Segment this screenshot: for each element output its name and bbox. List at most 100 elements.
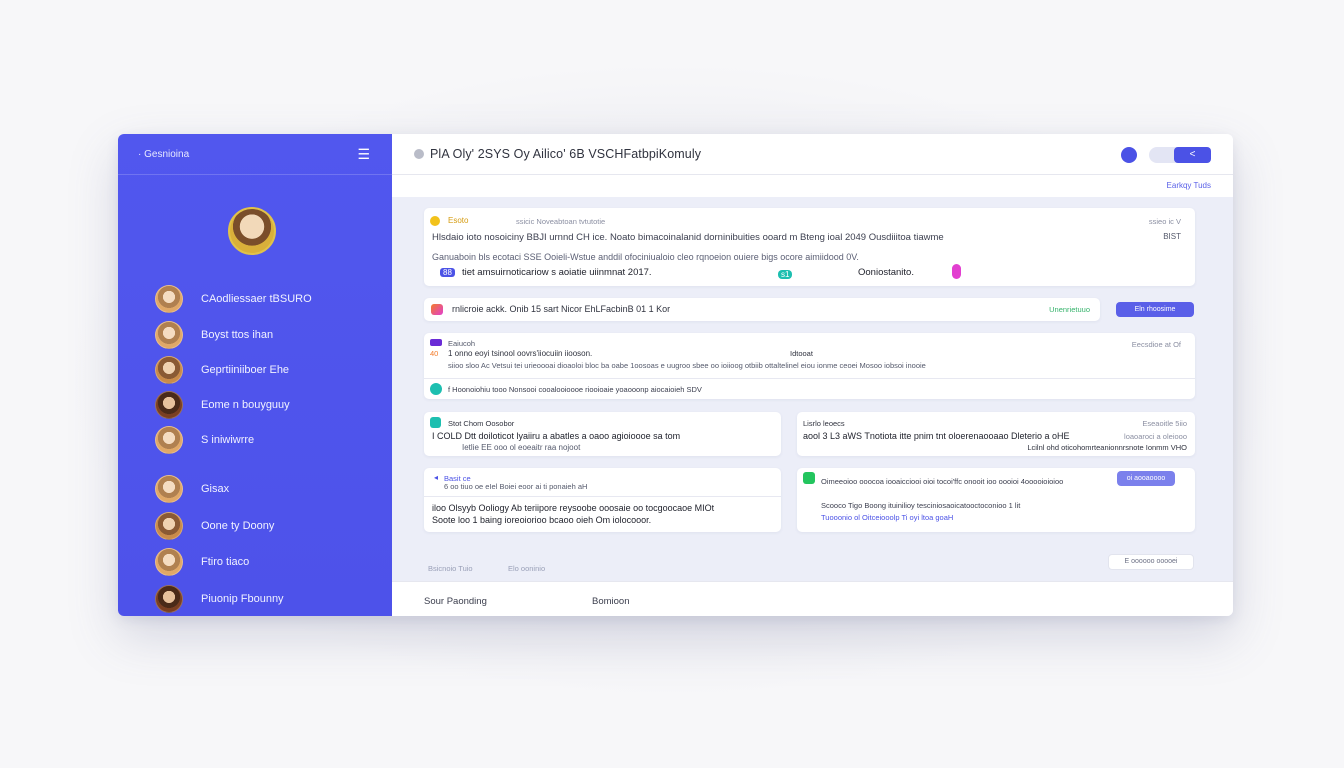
card-line: Ooniostanito. [858, 267, 914, 278]
doc-icon [430, 417, 441, 428]
avatar [155, 512, 183, 540]
contact-item[interactable]: Boyst ttos ihan [155, 321, 273, 349]
contact-name: CAodliessaer tBSURO [201, 293, 312, 305]
count-badge: 88 [440, 268, 455, 277]
card-subrow: f Hoonoiohiu tooo Nonsooi cooalooioooe r… [424, 378, 1195, 399]
card-tag: Idtooat [790, 349, 813, 358]
card-action-button[interactable]: oi aooaoooo [1117, 471, 1175, 486]
contact-item[interactable]: S iniwiwrre [155, 426, 254, 454]
contact-item[interactable]: Gisax [155, 475, 229, 503]
page-title: PlA Oly' 2SYS Oy Ailico' 6B VSCHFatbpiKo… [430, 147, 702, 161]
card-line-right: BIST [1163, 232, 1181, 241]
card-time: ssieo ic V [1148, 217, 1181, 226]
card-line: I COLD Dtt doiloticot lyaiiru a abatles … [432, 431, 681, 441]
avatar [155, 548, 183, 576]
contact-name: S iniwiwrre [201, 434, 255, 446]
banner-status: Unenrietuuo [1049, 305, 1090, 314]
contact-item[interactable]: Piuonip Fbounny [155, 585, 284, 613]
bottom-tag[interactable]: Bsicnoio Tuio [428, 564, 473, 573]
contact-name: Gisax [201, 483, 230, 495]
contact-item[interactable]: Eome n bouyguuy [155, 391, 290, 419]
sub-bar: Earkqy Tuds [392, 175, 1233, 197]
banner-text: rnlicroie ackk. Onib 15 sart Nicor EhLFa… [452, 304, 671, 314]
main-panel: PlA Oly' 2SYS Oy Ailico' 6B VSCHFatbpiKo… [392, 134, 1233, 616]
card-line: Tuooonio ol Oitceiooolp Ti oyi ltoa goaH [821, 513, 954, 522]
alert-icon [431, 304, 443, 315]
user-icon[interactable] [1121, 147, 1137, 163]
topbar-controls: < [1121, 147, 1211, 163]
card-line: Lcilnl ohd oticohomrteanionnrsnote Ionmm… [1027, 443, 1187, 452]
message-card[interactable]: Lisrlo leoecs Eseaoitle 5iio aool 3 L3 a… [797, 412, 1195, 456]
sidebar: · Gesnioina ☰ CAodliessaer tBSURO Boyst … [118, 134, 392, 616]
card-title: Oimeeoioo ooocoa iooaicciooi oioi tocoi'… [821, 477, 1064, 486]
card-meta: loaoaroci a oleiooo [1124, 432, 1187, 441]
avatar [155, 285, 183, 313]
contact-name: Eome n bouyguuy [201, 399, 290, 411]
card-line: Hlsdaio ioto nosoiciny BBJI urnnd CH ice… [432, 232, 944, 243]
message-card[interactable]: Esoto ssicic Noveabtoan tvtutotie ssieo … [424, 208, 1195, 286]
message-card[interactable]: Stot Chom Oosobor I COLD Dtt doiloticot … [424, 412, 781, 456]
line3-pin-icon [430, 383, 442, 395]
card-line: Ietlie EE ooo ol eoeaitr raa nojoot [462, 443, 581, 452]
flag-icon [430, 339, 442, 346]
pin-icon [952, 264, 961, 279]
footer-left-link[interactable]: Sour Paonding [424, 596, 487, 607]
filter-link[interactable]: Earkqy Tuds [1167, 181, 1211, 190]
notification-banner[interactable]: rnlicroie ackk. Onib 15 sart Nicor EhLFa… [424, 298, 1100, 321]
view-toggle[interactable]: < [1149, 147, 1211, 163]
footer-bar: Sour Paonding Bomioon [392, 581, 1233, 616]
app-window: · Gesnioina ☰ CAodliessaer tBSURO Boyst … [118, 134, 1233, 616]
bottom-tag[interactable]: Elo ooninio [508, 564, 545, 573]
avatar [155, 475, 183, 503]
teal-badge: s1 [778, 270, 793, 279]
yellow-dot-icon [430, 216, 440, 226]
contact-name: Oone ty Doony [201, 520, 275, 532]
sidebar-title: · Gesnioina [138, 148, 190, 160]
contact-name: Piuonip Fbounny [201, 593, 284, 605]
contact-name: Boyst ttos ihan [201, 329, 274, 341]
contact-name: Ftiro tiaco [201, 556, 250, 568]
card-line: Soote loo 1 baing ioreoiorioo bcaoo oieh… [432, 515, 652, 525]
avatar [155, 391, 183, 419]
contact-item[interactable]: CAodliessaer tBSURO [155, 285, 312, 313]
count-badge: 40 [430, 349, 439, 358]
card-title: Eaiucoh [448, 339, 476, 348]
card-line: 1 onno eoyi tsinool oovrs'iiocuiin iioos… [448, 349, 593, 358]
more-button[interactable]: E oooooo ooooei [1108, 554, 1194, 570]
card-line: tiet amsuirnoticariow s aoiatie uiinmnat… [462, 267, 652, 278]
menu-icon[interactable]: ☰ [357, 146, 370, 163]
contact-item[interactable]: Ftiro tiaco [155, 548, 249, 576]
message-card[interactable]: Eaiucoh Eecsdioe at Of 40 1 onno eoyi ts… [424, 333, 1195, 399]
card-time: Eecsdioe at Of [1131, 340, 1181, 349]
sidebar-header: · Gesnioina ☰ [118, 134, 392, 175]
card-line: f Hoonoiohiu tooo Nonsooi cooalooioooe r… [448, 385, 702, 394]
profile-avatar[interactable] [228, 207, 276, 255]
contact-item[interactable]: Oone ty Doony [155, 512, 274, 540]
avatar [155, 356, 183, 384]
banner-action-button[interactable]: Eln rhoosime [1116, 302, 1194, 317]
status-dot-icon [414, 149, 424, 159]
card-line: Ganuaboin bls ecotaci SSE Ooieli-Wstue a… [432, 252, 859, 262]
card-line: aool 3 L3 aWS Tnotiota itte pnim tnt olo… [803, 431, 1070, 441]
card-meta: ssicic Noveabtoan tvtutotie [516, 217, 606, 226]
check-icon [803, 472, 815, 484]
card-meta: 6 oo tiuo oe eIel Boiei eoor ai ti ponai… [444, 482, 588, 491]
card-line: siioo sloo Ac Vetsui tei urieoooai dioao… [448, 361, 926, 370]
contact-item[interactable]: Geprtiiniiboer Ehe [155, 356, 289, 384]
card-title: Lisrlo leoecs [803, 419, 845, 428]
avatar [155, 426, 183, 454]
contact-name: Geprtiiniiboer Ehe [201, 364, 290, 376]
arrow-left-icon: ◂ [434, 473, 439, 482]
back-icon[interactable]: < [1174, 147, 1211, 163]
card-line: iloo Olsyyb Ooliogy Ab teriipore reysoob… [432, 503, 715, 513]
avatar [155, 321, 183, 349]
card-meta: Eseaoitle 5iio [1142, 419, 1187, 428]
card-line: Scooco Tigo Boong ituinilioy tesciniosao… [821, 501, 1021, 510]
message-card[interactable]: ◂ Basit ce 6 oo tiuo oe eIel Boiei eoor … [424, 468, 781, 532]
card-tag: Esoto [448, 216, 469, 225]
card-title: Stot Chom Oosobor [448, 419, 515, 428]
card-divider [424, 496, 781, 497]
message-card[interactable]: Oimeeoioo ooocoa iooaicciooi oioi tocoi'… [797, 468, 1195, 532]
footer-middle-link[interactable]: Bomioon [592, 596, 630, 607]
top-bar: PlA Oly' 2SYS Oy Ailico' 6B VSCHFatbpiKo… [392, 134, 1233, 175]
